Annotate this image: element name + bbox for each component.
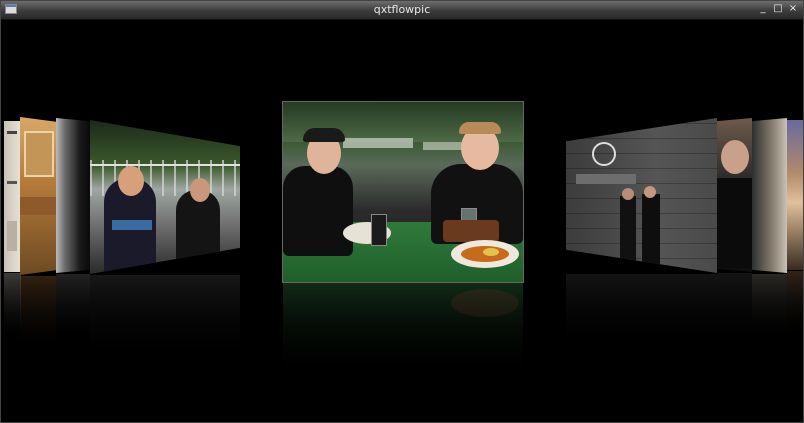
photo-far-right[interactable] (787, 120, 803, 270)
photo-center-current-reflection (283, 283, 523, 393)
photo-right-two-men-reflection (566, 274, 717, 364)
photo-far-right-reflection (787, 271, 803, 351)
photo-right-grey-reflection (752, 274, 787, 354)
photo-center-current[interactable] (282, 101, 524, 283)
app-window: qxtflowpic _ □ × (0, 0, 804, 423)
photo-far-left-reflection (4, 273, 21, 353)
photo-left-interior-reflection (20, 276, 56, 366)
photo-far-left[interactable] (4, 121, 21, 272)
photo-left-two-men-reflection (90, 275, 240, 375)
close-button[interactable]: × (787, 3, 799, 15)
minimize-button[interactable]: _ (757, 3, 769, 15)
coverflow-stage[interactable] (1, 20, 803, 422)
photo-right-closeup-reflection (717, 273, 752, 363)
photo-left-interior[interactable] (20, 117, 56, 275)
photo-right-two-men[interactable] (566, 118, 717, 273)
photo-right-closeup[interactable] (717, 118, 752, 272)
maximize-button[interactable]: □ (772, 3, 784, 15)
window-title: qxtflowpic (373, 3, 431, 16)
title-bar[interactable]: qxtflowpic _ □ × (1, 1, 803, 20)
photo-left-dark[interactable] (56, 118, 90, 273)
photo-right-grey[interactable] (752, 118, 787, 273)
photo-left-two-men[interactable] (90, 120, 240, 274)
photo-left-dark-reflection (56, 274, 90, 354)
